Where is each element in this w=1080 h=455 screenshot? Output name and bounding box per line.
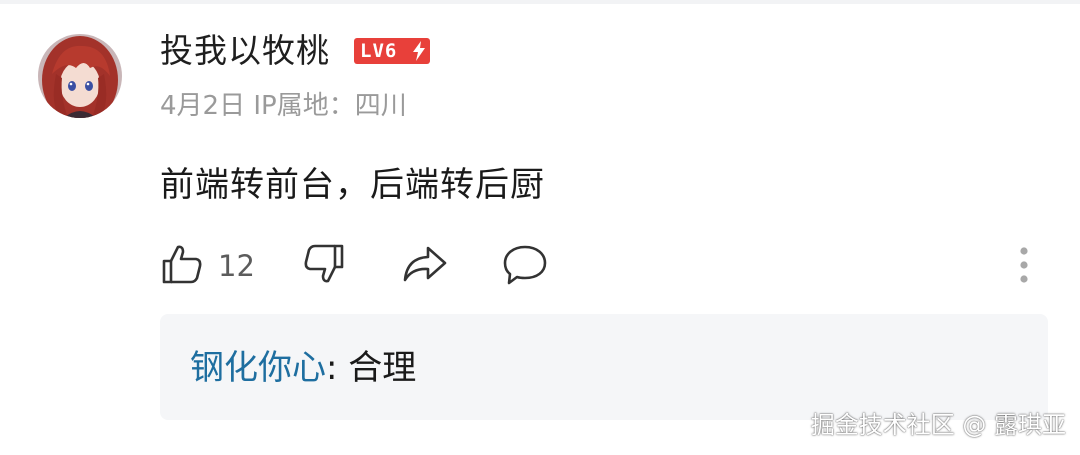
reply-preview[interactable]: 钢化你心: 合理 bbox=[160, 314, 1048, 420]
more-vertical-icon bbox=[1014, 246, 1034, 288]
reply-separator: : bbox=[326, 348, 349, 388]
reply-text: 合理 bbox=[348, 348, 417, 388]
like-button[interactable]: 12 bbox=[160, 242, 255, 290]
comment-meta: 4月2日 IP属地：四川 bbox=[160, 88, 407, 124]
share-button[interactable] bbox=[402, 244, 448, 288]
level-badge: LV6 bbox=[354, 38, 430, 64]
ip-location: IP属地：四川 bbox=[253, 91, 407, 121]
reply-button[interactable] bbox=[502, 244, 548, 290]
avatar[interactable] bbox=[38, 34, 122, 118]
username[interactable]: 投我以牧桃 bbox=[160, 28, 330, 74]
thumbs-down-icon bbox=[302, 242, 346, 290]
more-options-button[interactable] bbox=[1014, 246, 1034, 288]
share-icon bbox=[402, 244, 448, 288]
like-count: 12 bbox=[218, 249, 255, 283]
comment-text: 前端转前台，后端转后厨 bbox=[160, 165, 545, 205]
watermark: 掘金技术社区 @ 露琪亚 bbox=[810, 411, 1066, 439]
lightning-icon bbox=[412, 41, 426, 68]
reply-line: 钢化你心: 合理 bbox=[190, 344, 416, 392]
comment-date: 4月2日 bbox=[160, 91, 246, 121]
dislike-button[interactable] bbox=[302, 242, 346, 290]
comment-icon bbox=[502, 244, 548, 290]
top-divider bbox=[0, 0, 1080, 4]
reply-author[interactable]: 钢化你心 bbox=[190, 348, 326, 388]
thumbs-up-icon bbox=[160, 242, 204, 290]
level-label: LV6 bbox=[360, 40, 398, 62]
